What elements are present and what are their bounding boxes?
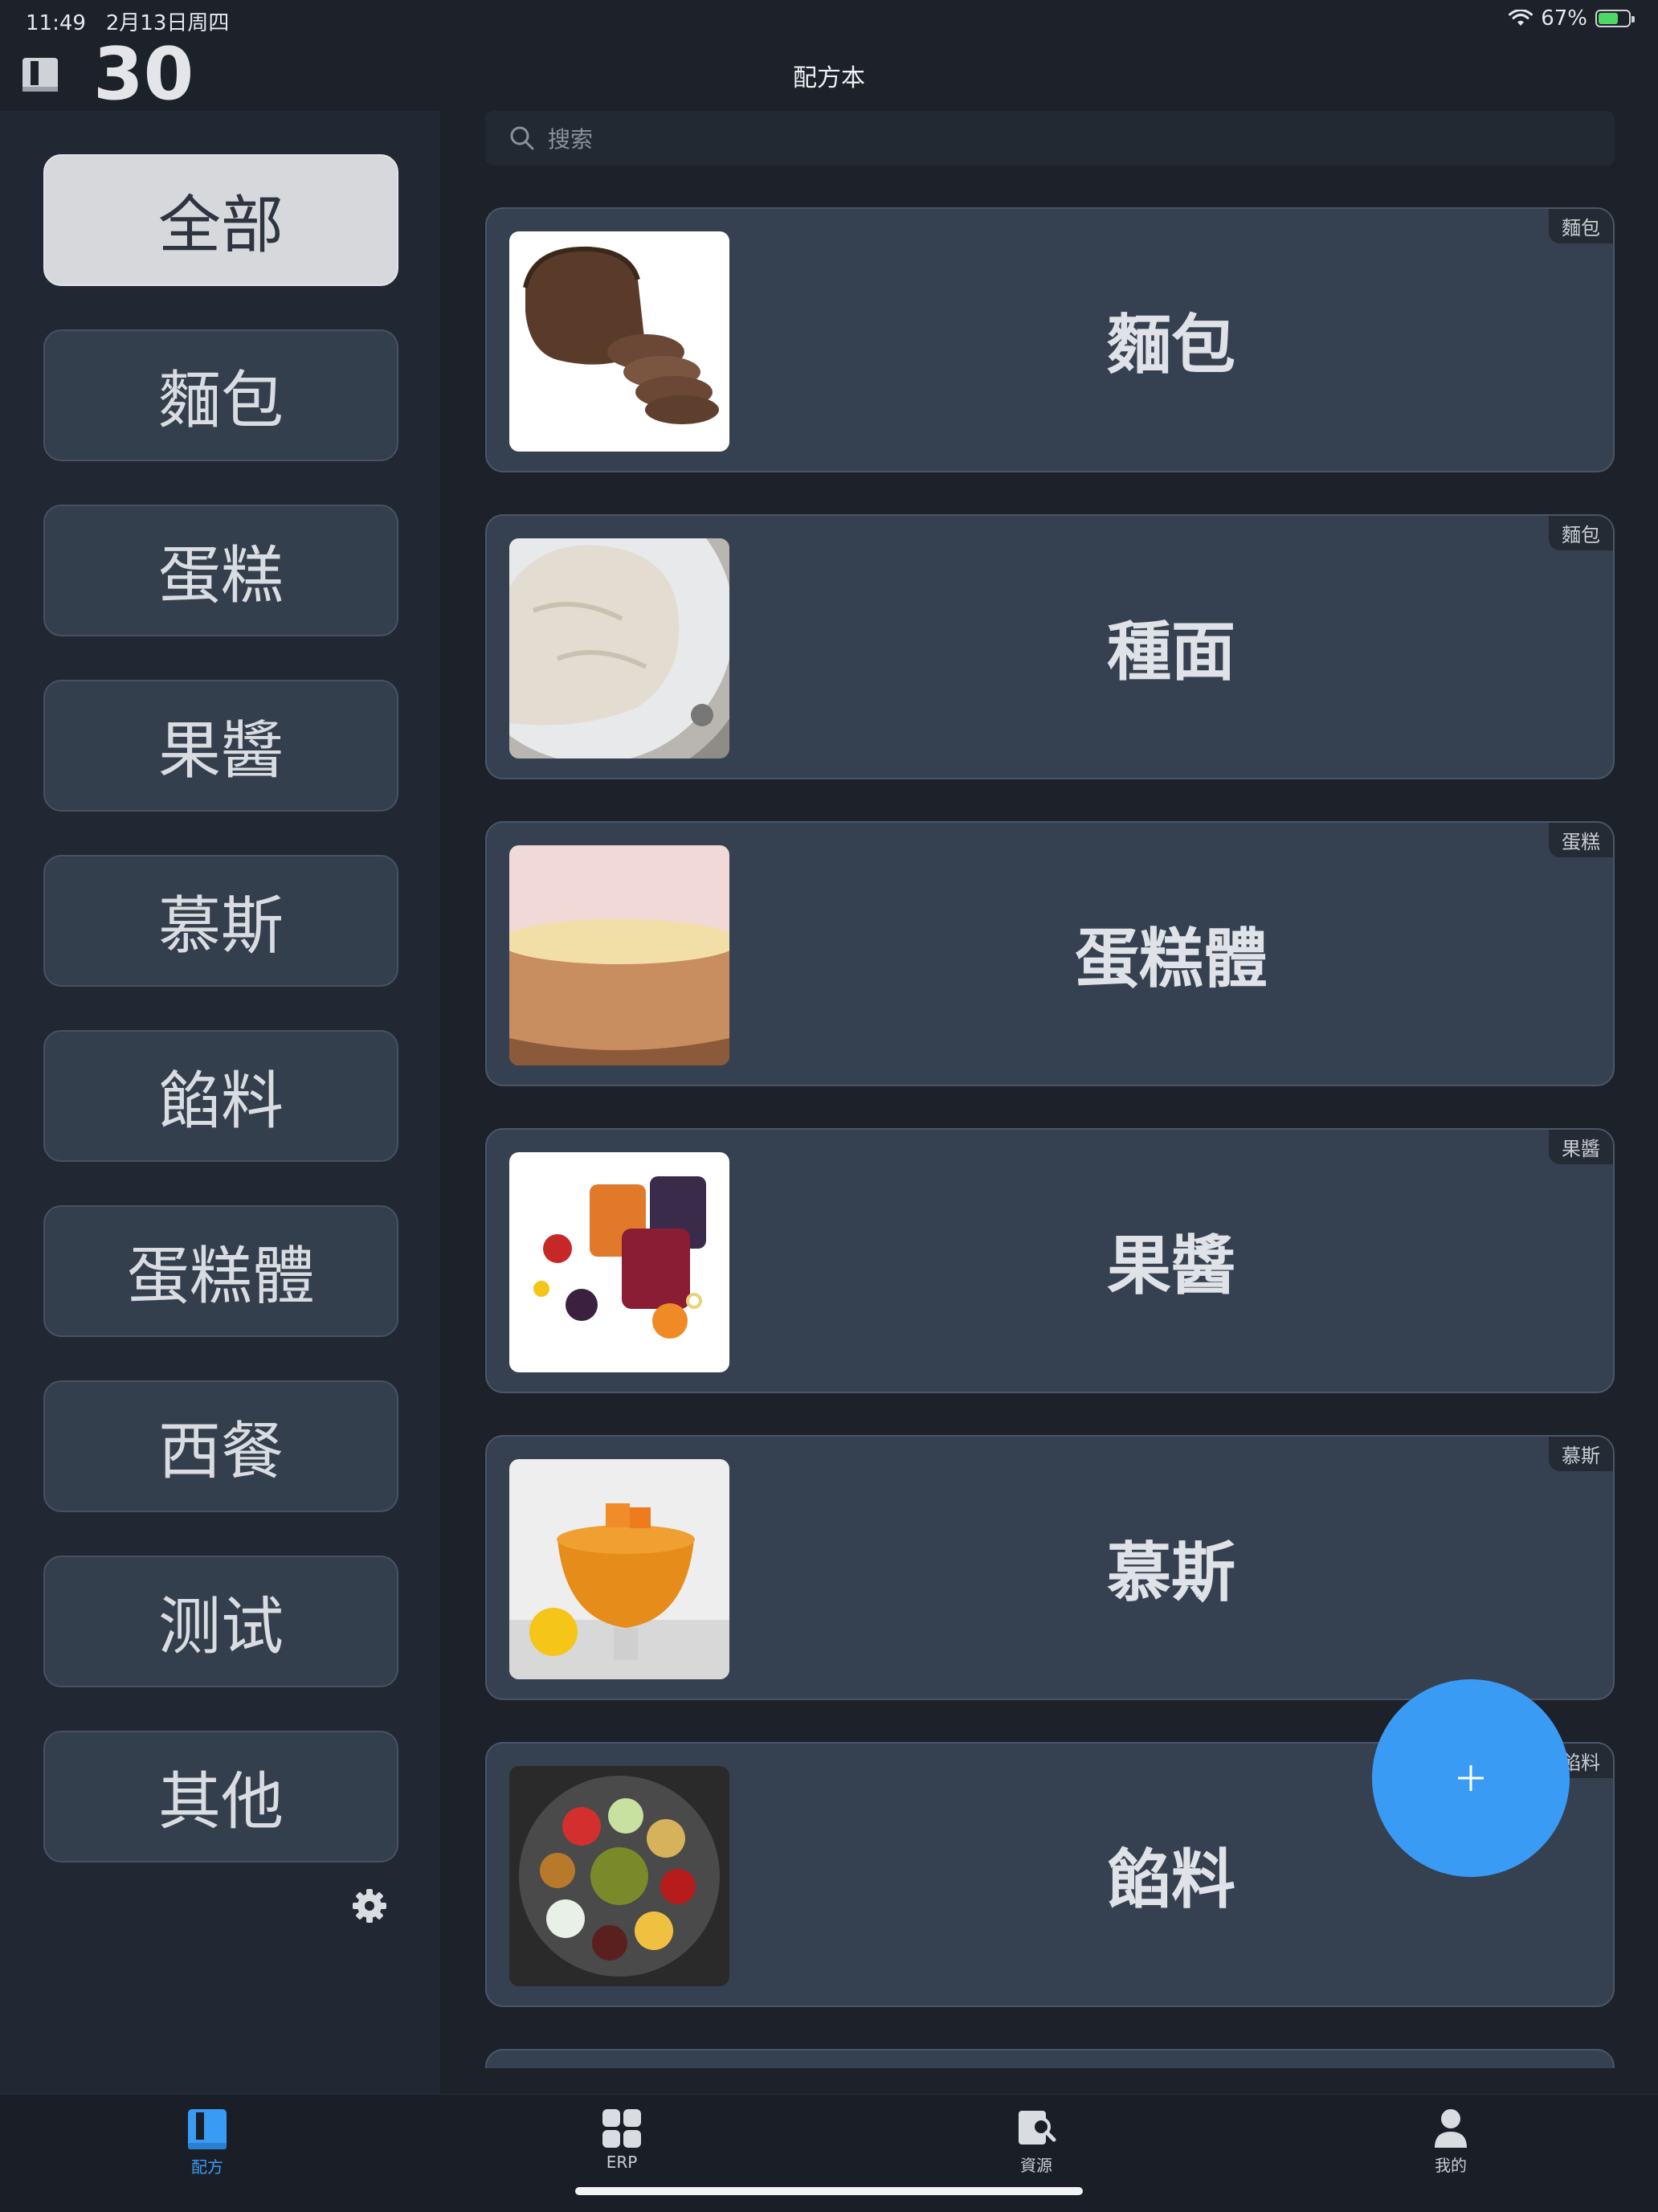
- book-icon: [188, 2109, 227, 2149]
- plus-icon: [1458, 1765, 1484, 1791]
- recipe-tag: 果醬: [1549, 1130, 1613, 1164]
- grid-icon: [602, 2109, 641, 2148]
- recipe-title: 蛋糕體: [1075, 922, 1268, 996]
- tab-resources[interactable]: 資源: [980, 2108, 1092, 2176]
- home-indicator: [575, 2187, 1083, 2195]
- search-input[interactable]: [546, 117, 1594, 161]
- recipe-image-jam: [509, 1152, 729, 1372]
- category-sponge-cake[interactable]: 蛋糕體: [43, 1205, 398, 1337]
- category-test[interactable]: 测试: [43, 1556, 398, 1687]
- recipe-image-dough: [509, 538, 729, 758]
- recipe-title: 種面: [1107, 615, 1235, 689]
- recipe-card[interactable]: 種面 麵包: [485, 514, 1615, 779]
- recipe-title: 果醬: [1107, 1229, 1235, 1303]
- tab-erp[interactable]: ERP: [566, 2108, 678, 2172]
- category-mousse[interactable]: 慕斯: [43, 855, 398, 987]
- tab-label: 資源: [1020, 2156, 1052, 2175]
- gear-icon[interactable]: [350, 1887, 389, 1925]
- recipe-card-partial[interactable]: [485, 2049, 1615, 2068]
- category-all[interactable]: 全部: [43, 154, 398, 286]
- recipe-tag: 慕斯: [1549, 1437, 1613, 1471]
- app-header: 30 配方本: [0, 39, 1658, 111]
- recipe-card[interactable]: 麵包 麵包: [485, 207, 1615, 472]
- recipe-card[interactable]: 果醬 果醬: [485, 1128, 1615, 1393]
- tab-profile[interactable]: 我的: [1395, 2108, 1507, 2176]
- recipe-image-filling: [509, 1766, 729, 1986]
- page-title: 配方本: [793, 64, 865, 92]
- tab-label: 配方: [191, 2157, 223, 2177]
- recipe-title: 慕斯: [1107, 1535, 1235, 1610]
- category-jam[interactable]: 果醬: [43, 680, 398, 812]
- book-search-icon: [1019, 2111, 1056, 2145]
- search-bar[interactable]: [485, 111, 1615, 166]
- category-sidebar: 全部 麵包 蛋糕 果醬 慕斯 餡料 蛋糕體 西餐 测试 其他: [0, 111, 440, 2094]
- recipe-card[interactable]: 慕斯 慕斯: [485, 1435, 1615, 1700]
- recipe-card[interactable]: 蛋糕體 蛋糕: [485, 821, 1615, 1086]
- tab-recipes[interactable]: 配方: [151, 2108, 263, 2177]
- recipe-tag: 麵包: [1549, 209, 1613, 243]
- category-western[interactable]: 西餐: [43, 1380, 398, 1512]
- recipe-image-bread: [509, 231, 729, 452]
- wifi-icon: [1509, 10, 1533, 26]
- user-icon: [1435, 2109, 1467, 2148]
- category-other[interactable]: 其他: [43, 1731, 398, 1862]
- category-bread[interactable]: 麵包: [43, 329, 398, 461]
- recipe-tag: 麵包: [1549, 516, 1613, 550]
- status-bar: 11:49 2月13日周四 67%: [0, 0, 1658, 39]
- recipe-image-mousse: [509, 1459, 729, 1679]
- recipe-title: 麵包: [1107, 308, 1235, 382]
- category-filling[interactable]: 餡料: [43, 1030, 398, 1162]
- category-cake[interactable]: 蛋糕: [43, 505, 398, 636]
- recipe-image-sponge-cake: [509, 845, 729, 1065]
- search-icon: [510, 126, 534, 150]
- status-indicators: 67%: [1509, 6, 1635, 31]
- tab-label: 我的: [1435, 2156, 1467, 2175]
- recipe-tag: 蛋糕: [1549, 823, 1613, 857]
- battery-percent: 67%: [1541, 6, 1587, 31]
- battery-icon: [1595, 10, 1635, 27]
- tab-label: ERP: [606, 2153, 638, 2172]
- add-recipe-button[interactable]: [1372, 1679, 1570, 1877]
